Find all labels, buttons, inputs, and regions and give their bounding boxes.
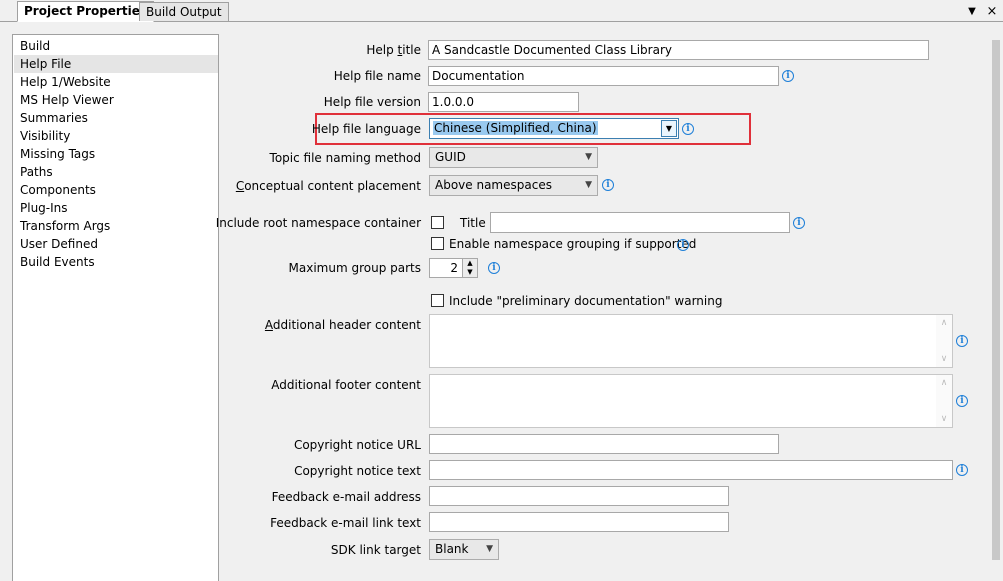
copyright-url-label: Copyright notice URL: [293, 438, 421, 452]
max-group-parts-label: Maximum group parts: [288, 261, 421, 275]
preliminary-label: Include "preliminary documentation" warn…: [449, 294, 723, 308]
info-icon: i: [956, 464, 968, 476]
info-icon: i: [956, 335, 968, 347]
help-file-language-label: Help file language: [311, 122, 421, 136]
help-file-language-select[interactable]: Chinese (Simplified, China): [429, 118, 679, 139]
chevron-down-icon[interactable]: ▼: [661, 120, 677, 137]
header-content-textarea[interactable]: ∧ ∨: [429, 314, 953, 368]
chevron-down-icon: ▼: [486, 544, 493, 554]
help-file-name-input[interactable]: Documentation: [428, 66, 779, 86]
spin-up-icon[interactable]: ▲: [463, 259, 477, 268]
conceptual-placement-select[interactable]: Above namespaces ▼: [429, 175, 598, 196]
info-icon: i: [793, 217, 805, 229]
info-icon: i: [488, 262, 500, 274]
feedback-email-input[interactable]: [429, 486, 729, 506]
root-namespace-title-input[interactable]: [490, 212, 790, 233]
scrollbar-thumb[interactable]: [992, 40, 1000, 560]
feedback-email-label: Feedback e-mail address: [271, 490, 421, 504]
footer-content-textarea[interactable]: ∧ ∨: [429, 374, 953, 428]
tab-project-properties[interactable]: Project Properties: [17, 1, 154, 22]
root-namespace-label: Include root namespace container: [215, 216, 421, 230]
help-file-version-label: Help file version: [323, 95, 421, 109]
max-group-parts-spinner[interactable]: ▲ ▼: [462, 258, 478, 278]
root-namespace-title-label: Title: [460, 216, 486, 230]
sdk-link-target-label: SDK link target: [330, 543, 421, 557]
help-file-language-value: Chinese (Simplified, China): [433, 121, 598, 135]
topic-file-naming-select[interactable]: GUID ▼: [429, 147, 598, 168]
preliminary-checkbox[interactable]: [431, 294, 444, 307]
namespace-grouping-label: Enable namespace grouping if supported: [449, 237, 697, 251]
scroll-down-icon[interactable]: ∨: [936, 353, 952, 365]
help-title-input[interactable]: A Sandcastle Documented Class Library: [428, 40, 929, 60]
close-icon[interactable]: ×: [986, 5, 998, 18]
spin-down-icon[interactable]: ▼: [463, 268, 477, 277]
copyright-text-label: Copyright notice text: [294, 464, 421, 478]
max-group-parts-input[interactable]: 2: [429, 258, 463, 278]
feedback-link-text-label: Feedback e-mail link text: [270, 516, 421, 530]
info-icon: i: [677, 239, 689, 251]
info-icon: i: [602, 179, 614, 191]
scroll-up-icon[interactable]: ∧: [936, 317, 952, 329]
chevron-down-icon: ▼: [585, 180, 592, 190]
vertical-scrollbar[interactable]: [989, 22, 1003, 581]
info-icon: i: [682, 123, 694, 135]
footer-content-label: Additional footer content: [271, 378, 421, 392]
help-file-name-label: Help file name: [333, 69, 421, 83]
topic-file-naming-label: Topic file naming method: [269, 151, 421, 165]
tab-build-output[interactable]: Build Output: [139, 2, 229, 21]
copyright-url-input[interactable]: [429, 434, 779, 454]
conceptual-placement-label: Conceptual content placement: [235, 179, 421, 193]
sdk-link-target-select[interactable]: Blank ▼: [429, 539, 499, 560]
scroll-down-icon[interactable]: ∨: [936, 413, 952, 425]
header-content-label: Additional header content: [264, 318, 421, 332]
feedback-link-text-input[interactable]: [429, 512, 729, 532]
textarea-scrollbar[interactable]: ∧ ∨: [936, 375, 952, 427]
nav-item-user-defined[interactable]: User Defined: [14, 235, 218, 253]
info-icon: i: [782, 70, 794, 82]
textarea-scrollbar[interactable]: ∧ ∨: [936, 315, 952, 367]
namespace-grouping-checkbox[interactable]: [431, 237, 444, 250]
root-namespace-checkbox[interactable]: [431, 216, 444, 229]
help-file-version-input[interactable]: 1.0.0.0: [428, 92, 579, 112]
scroll-up-icon[interactable]: ∧: [936, 377, 952, 389]
copyright-text-input[interactable]: [429, 460, 953, 480]
tab-list-dropdown-icon[interactable]: ▼: [966, 6, 978, 18]
chevron-down-icon: ▼: [585, 152, 592, 162]
help-title-label: Help title: [366, 43, 421, 57]
info-icon: i: [956, 395, 968, 407]
